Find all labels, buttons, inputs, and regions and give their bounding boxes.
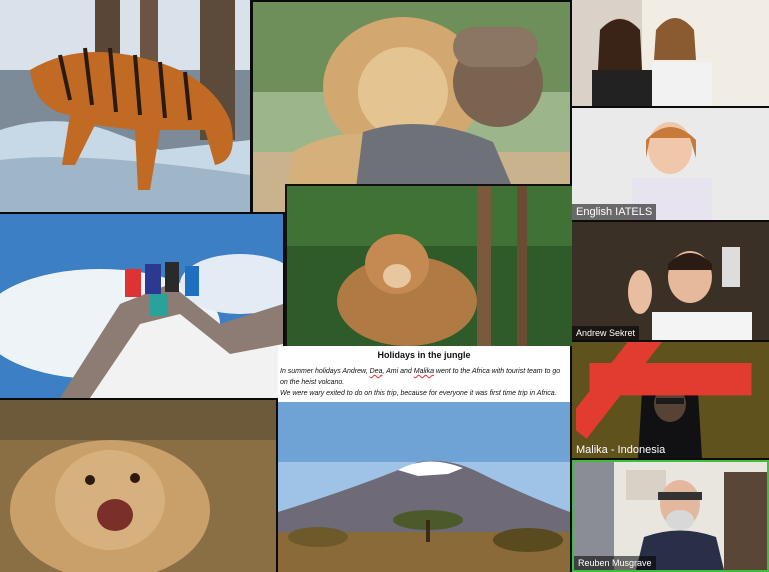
participant-video-reuben-musgrave[interactable]: Reuben Musgrave: [572, 460, 769, 572]
participant-name: Andrew Sekret: [572, 326, 640, 340]
lioness-photo: [285, 184, 574, 348]
participant-video-andrew-sekret[interactable]: Andrew Sekret: [572, 222, 769, 340]
mountain-climbers-photo: [0, 214, 283, 398]
participant-video-malika[interactable]: Malika - Indonesia: [572, 342, 769, 458]
lion-hug-photo: [253, 2, 570, 212]
participant-video-english-iatels[interactable]: English IATELS: [572, 108, 769, 220]
muted-mic-icon: [576, 342, 752, 439]
tiger-photo: [0, 0, 250, 212]
participant-name: Malika - Indonesia: [572, 342, 769, 458]
participant-name: Reuben Musgrave: [574, 556, 656, 570]
story-document: Holidays in the jungle In summer holiday…: [278, 346, 570, 572]
participant-name: English IATELS: [572, 204, 657, 220]
lion-cub-photo: [0, 400, 276, 572]
misspelled-name-malika: Malika: [413, 368, 434, 375]
participant-video-kids[interactable]: [572, 0, 769, 106]
kilimanjaro-photo: [278, 402, 570, 572]
document-title: Holidays in the jungle: [377, 350, 471, 360]
document-text: In summer holidays Andrew, Dea, Ami and …: [280, 368, 561, 397]
misspelled-name-dea: Dea: [369, 368, 383, 375]
